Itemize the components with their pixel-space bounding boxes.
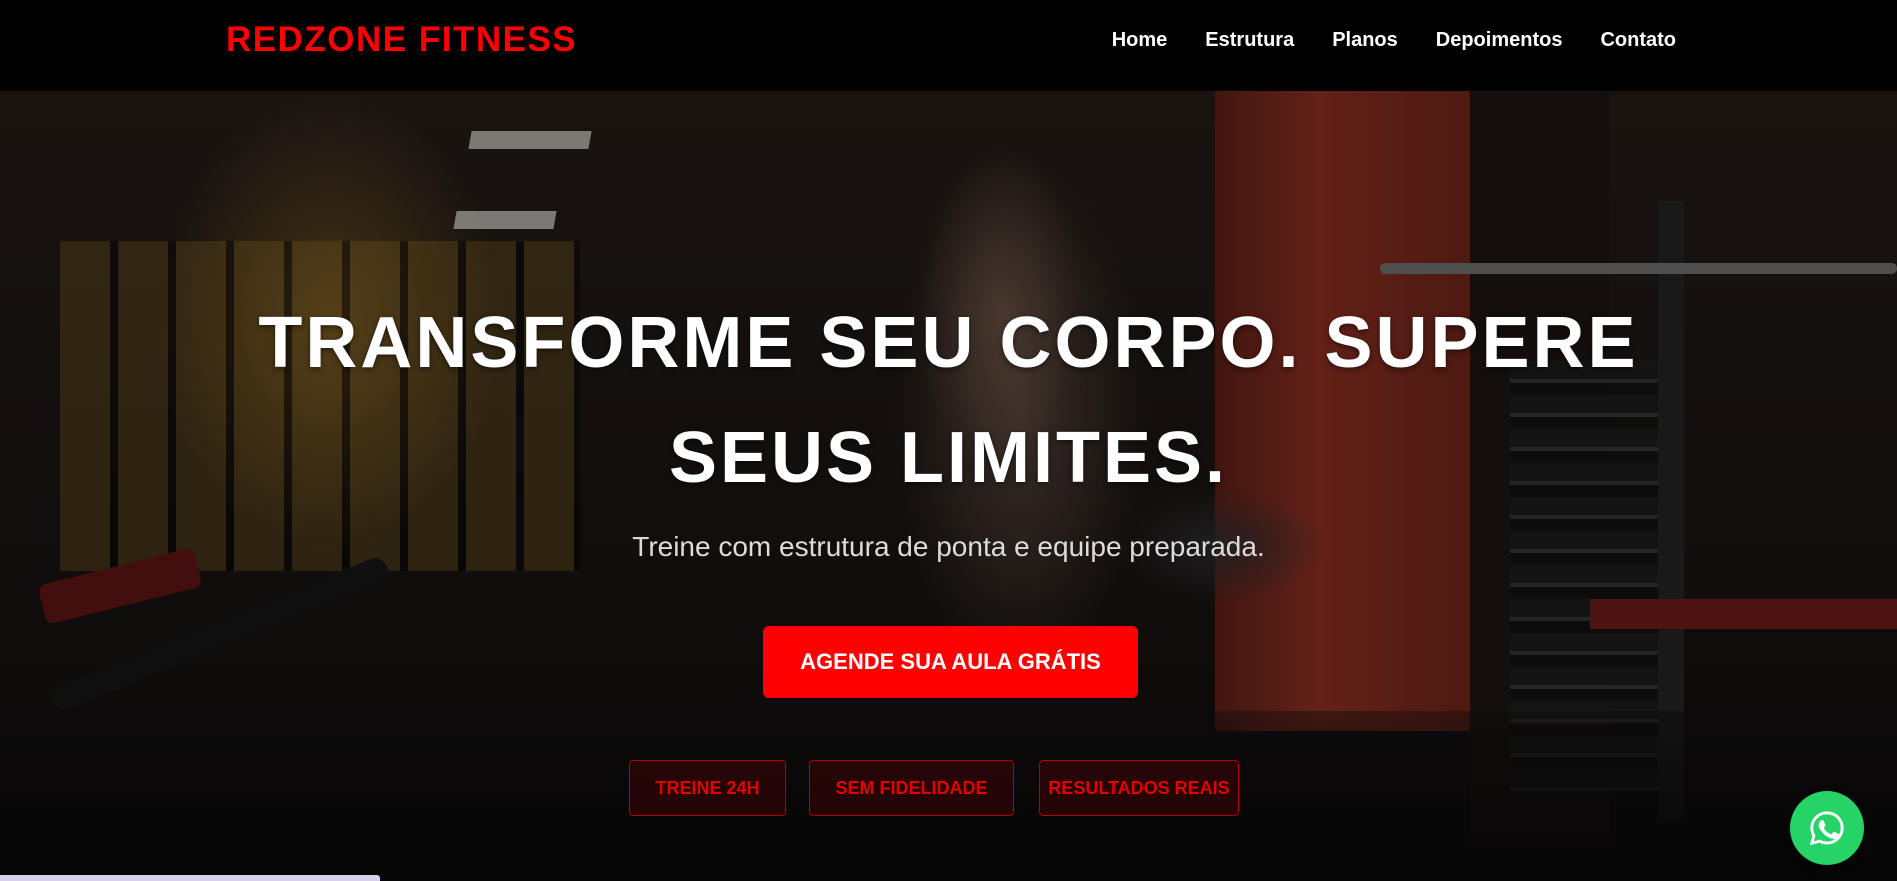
nav-item-planos[interactable]: Planos [1332, 29, 1398, 52]
hero-title: TRANSFORME SEU CORPO. SUPERE SEUS LIMITE… [258, 303, 1639, 498]
nav-item-contato[interactable]: Contato [1600, 29, 1676, 52]
hero-subtitle: Treine com estrutura de ponta e equipe p… [632, 531, 1265, 562]
whatsapp-button[interactable] [1790, 791, 1864, 865]
whatsapp-icon [1809, 811, 1844, 846]
schedule-free-class-button[interactable]: AGENDE SUA AULA GRÁTIS [763, 626, 1138, 698]
navbar: REDZONE FITNESS Home Estrutura Planos De… [0, 0, 1897, 91]
nav-item-depoimentos[interactable]: Depoimentos [1436, 29, 1563, 52]
main-nav: Home Estrutura Planos Depoimentos Contat… [1112, 0, 1676, 80]
badge-resultados-reais: RESULTADOS REAIS [1039, 760, 1239, 816]
bottom-progress-bar [0, 875, 380, 881]
badge-treine-24h: TREINE 24H [629, 760, 786, 816]
hero-content: TRANSFORME SEU CORPO. SUPERE SEUS LIMITE… [0, 91, 1897, 881]
brand-logo[interactable]: REDZONE FITNESS [226, 20, 577, 60]
nav-item-estrutura[interactable]: Estrutura [1205, 29, 1294, 52]
hero-section: TRANSFORME SEU CORPO. SUPERE SEUS LIMITE… [0, 91, 1897, 881]
nav-item-home[interactable]: Home [1112, 29, 1168, 52]
badge-sem-fidelidade: SEM FIDELIDADE [809, 760, 1014, 816]
